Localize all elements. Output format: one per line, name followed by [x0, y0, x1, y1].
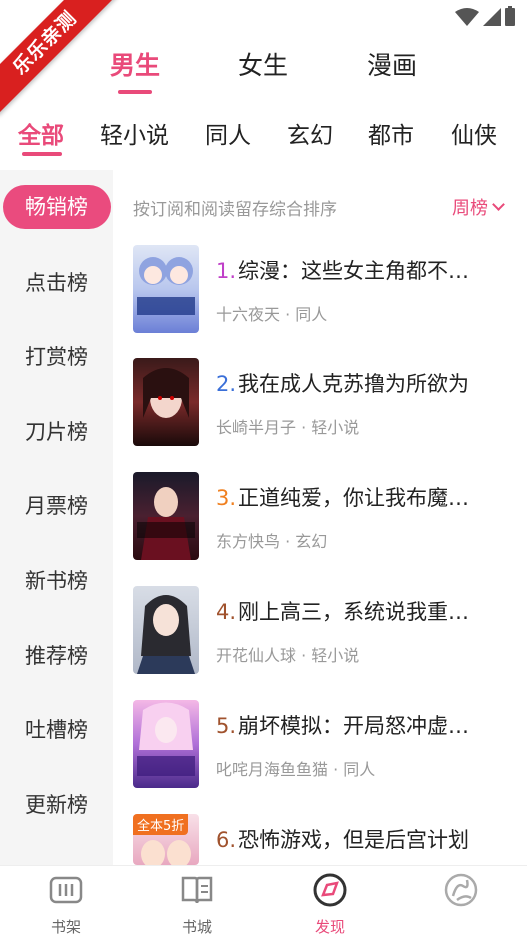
book-genre: 轻小说 [311, 646, 360, 665]
nav-bookstore[interactable]: 书城 [157, 872, 237, 937]
tab-female[interactable]: 女生 [238, 46, 288, 82]
book-genre: 同人 [343, 760, 376, 779]
status-icons [455, 6, 515, 26]
sidebar-item-recommended[interactable]: 推荐榜 [0, 634, 113, 678]
sidebar-item-updates[interactable]: 更新榜 [0, 783, 113, 827]
active-category-underline [22, 152, 62, 156]
book-author: 东方快鸟 [216, 532, 281, 551]
book-meta: 长崎半月子 · 轻小说 [216, 418, 360, 437]
book-rank: 3. [216, 486, 237, 510]
period-selector[interactable]: 周榜 [452, 194, 505, 220]
book-cover [133, 245, 199, 333]
sidebar-item-bestseller[interactable]: 畅销榜 [0, 185, 113, 229]
sort-description: 按订阅和阅读留存综合排序 [133, 200, 337, 220]
tab-light-novel[interactable]: 轻小说 [100, 116, 169, 150]
book-cover [133, 472, 199, 560]
book-item[interactable]: 4.刚上高三，系统说我重… 开花仙人球 · 轻小说 [133, 586, 513, 676]
book-item[interactable]: 1.综漫：这些女主角都不… 十六夜天 · 同人 [133, 245, 513, 335]
book-title: 2.我在成人克苏撸为所欲为 [216, 368, 469, 398]
book-rank: 6. [216, 828, 237, 852]
nav-label: 书架 [50, 918, 81, 936]
book-author: 长崎半月子 [216, 418, 297, 437]
ranking-list: 按订阅和阅读留存综合排序 周榜 1.综漫：这些女主角都不… 十六夜天 · 同人 [113, 170, 527, 865]
sidebar-item-comments[interactable]: 吐槽榜 [0, 708, 113, 752]
book-rank: 4. [216, 600, 237, 624]
book-title: 1.综漫：这些女主角都不… [216, 255, 469, 285]
nav-label: 书城 [181, 918, 212, 936]
bottom-nav: 书架 书城 发现 [0, 865, 527, 938]
book-meta: 开花仙人球 · 轻小说 [216, 646, 360, 665]
book-genre: 轻小说 [311, 418, 360, 437]
discount-badge: 全本5折 [133, 814, 189, 835]
book-title-text: 崩坏模拟：开局怒冲虚… [238, 714, 470, 738]
book-cover [133, 358, 199, 446]
book-title-text: 综漫：这些女主角都不… [238, 259, 470, 283]
book-rank: 1. [216, 259, 237, 283]
book-author: 十六夜天 [216, 305, 281, 324]
compass-icon [313, 873, 347, 907]
nav-label: 发现 [314, 918, 345, 936]
book-title: 5.崩坏模拟：开局怒冲虚… [216, 710, 469, 740]
book-genre: 玄幻 [295, 532, 328, 551]
book-genre: 同人 [295, 305, 328, 324]
book-title: 3.正道纯爱，你让我布魔… [216, 482, 469, 512]
wifi-icon [455, 8, 479, 26]
profile-logo-icon [444, 873, 478, 907]
book-title: 4.刚上高三，系统说我重… [216, 596, 469, 626]
sidebar-item-clicks[interactable]: 点击榜 [0, 261, 113, 305]
book-store-icon [181, 876, 213, 904]
book-cover: 全本5折 [133, 814, 199, 865]
book-meta: 十六夜天 · 同人 [216, 305, 328, 324]
bookshelf-icon [49, 876, 83, 904]
category-tabs: 全部 轻小说 同人 玄幻 都市 仙侠 [0, 116, 527, 168]
tab-fantasy[interactable]: 玄幻 [287, 116, 333, 150]
tab-comics[interactable]: 漫画 [367, 46, 417, 82]
tab-xianxia[interactable]: 仙侠 [451, 116, 497, 150]
sidebar-item-blades[interactable]: 刀片榜 [0, 410, 113, 454]
book-title-text: 我在成人克苏撸为所欲为 [238, 372, 470, 396]
sidebar-item-monthly-tickets[interactable]: 月票榜 [0, 484, 113, 528]
nav-discover[interactable]: 发现 [290, 872, 370, 937]
tab-fanfic[interactable]: 同人 [205, 116, 251, 150]
nav-profile[interactable] [421, 872, 501, 916]
book-meta: 东方快鸟 · 玄幻 [216, 532, 328, 551]
sidebar-item-new-books[interactable]: 新书榜 [0, 559, 113, 603]
book-cover [133, 586, 199, 674]
sidebar-item-tips[interactable]: 打赏榜 [0, 335, 113, 379]
watermark-text: 乐乐亲测 [0, 0, 118, 116]
tab-urban[interactable]: 都市 [368, 116, 414, 150]
signal-icon [483, 8, 501, 26]
active-tab-underline [118, 90, 152, 94]
book-title: 6.恐怖游戏，但是后宫计划 [216, 824, 469, 854]
period-label: 周榜 [452, 198, 488, 219]
watermark-ribbon: 乐乐亲测 [0, 0, 120, 120]
ranking-sidebar: 畅销榜 点击榜 打赏榜 刀片榜 月票榜 新书榜 推荐榜 吐槽榜 更新榜 [0, 170, 113, 865]
nav-bookshelf[interactable]: 书架 [26, 872, 106, 937]
book-title-text: 刚上高三，系统说我重… [238, 600, 470, 624]
book-item[interactable]: 3.正道纯爱，你让我布魔… 东方快鸟 · 玄幻 [133, 472, 513, 562]
book-item[interactable]: 5.崩坏模拟：开局怒冲虚… 叱咤月海鱼鱼猫 · 同人 [133, 700, 513, 790]
book-title-text: 正道纯爱，你让我布魔… [238, 486, 470, 510]
battery-icon [505, 6, 515, 26]
book-rank: 5. [216, 714, 237, 738]
book-cover [133, 700, 199, 788]
book-author: 叱咤月海鱼鱼猫 [216, 760, 329, 779]
book-item[interactable]: 2.我在成人克苏撸为所欲为 长崎半月子 · 轻小说 [133, 358, 513, 448]
book-author: 开花仙人球 [216, 646, 297, 665]
book-rank: 2. [216, 372, 237, 396]
book-meta: 叱咤月海鱼鱼猫 · 同人 [216, 760, 376, 779]
book-title-text: 恐怖游戏，但是后宫计划 [238, 828, 470, 852]
tab-all[interactable]: 全部 [18, 116, 64, 150]
chevron-down-icon [492, 198, 505, 211]
